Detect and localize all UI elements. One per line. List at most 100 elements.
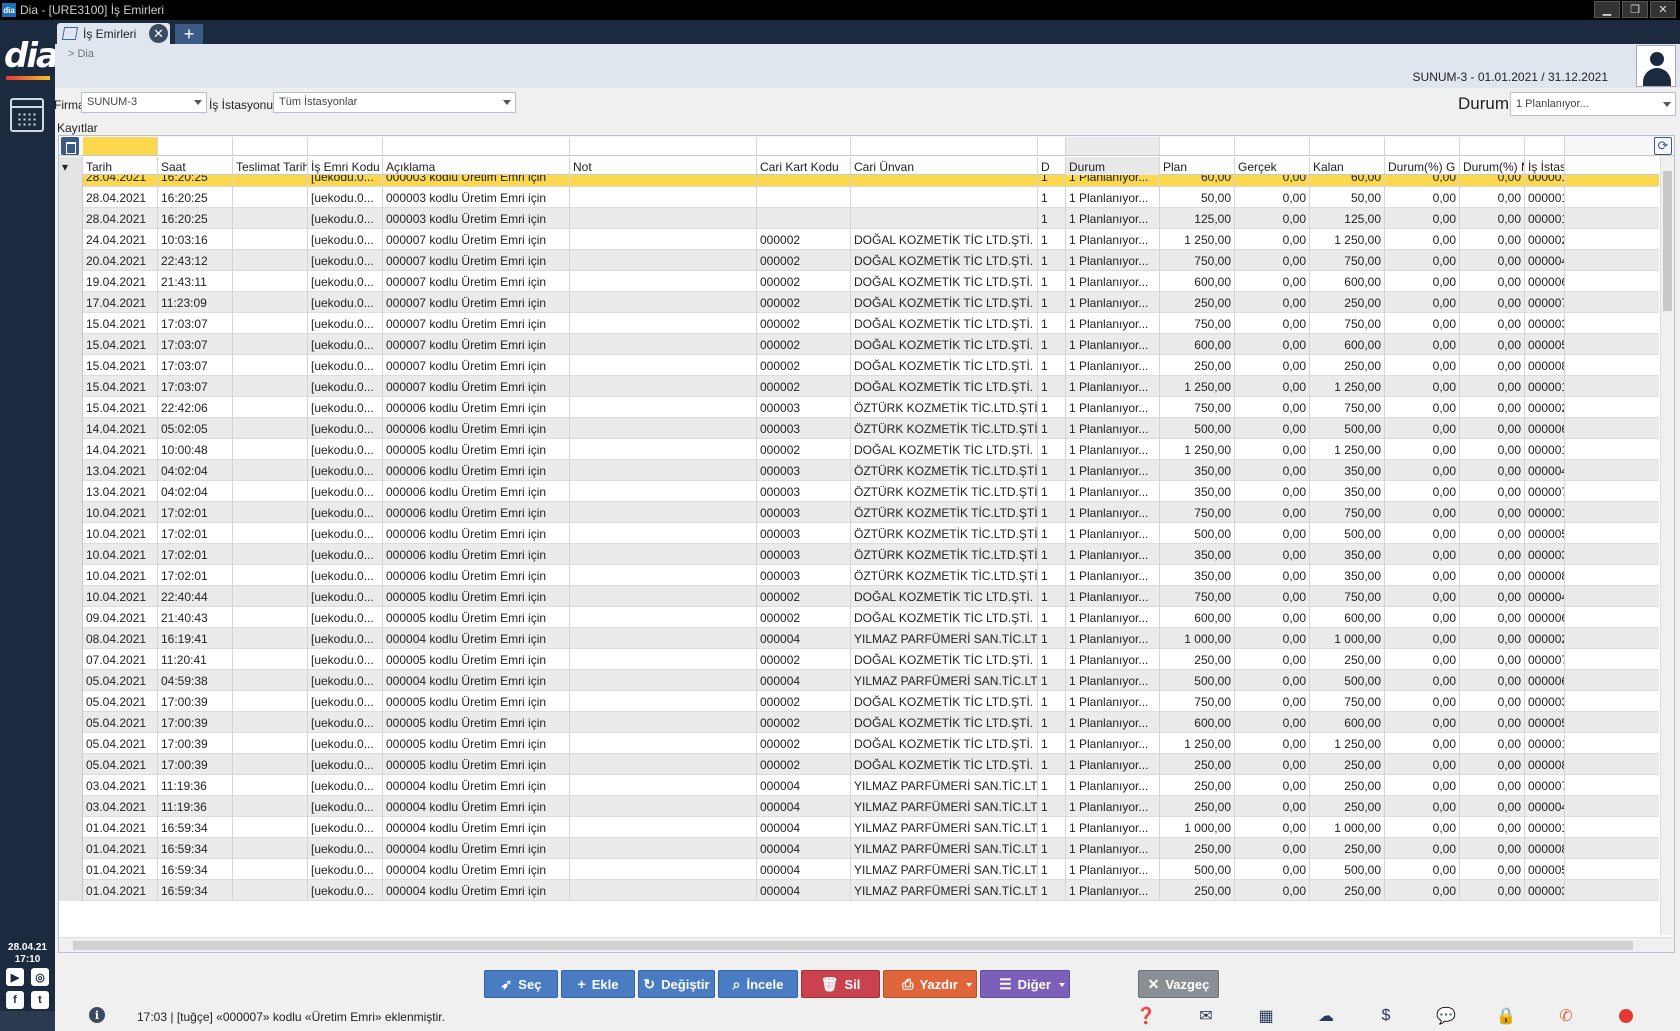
table-row[interactable]: 07.04.2021 11:20:41 [uekodu.0... 000005 kod…: [59, 649, 1659, 670]
table-row[interactable]: 24.04.2021 10:03:16 [uekodu.0... 000007 kod…: [59, 229, 1659, 250]
column-header[interactable]: İş İstasy: [1525, 157, 1565, 175]
row-selector[interactable]: [59, 439, 83, 460]
table-row[interactable]: 05.04.2021 17:00:39 [uekodu.0... 000005 kod…: [59, 754, 1659, 775]
mail-icon[interactable]: ✉: [1195, 1005, 1217, 1027]
twitter-icon[interactable]: t: [31, 991, 49, 1009]
phone-icon[interactable]: ✆: [1555, 1005, 1577, 1027]
row-selector[interactable]: [59, 376, 83, 397]
close-window-button[interactable]: ✕: [1650, 1, 1676, 18]
table-row[interactable]: 01.04.2021 16:59:34 [uekodu.0... 000004 kod…: [59, 817, 1659, 838]
dia-logo[interactable]: dia: [4, 36, 59, 80]
degistir-button[interactable]: ↻ Değiştir: [638, 970, 715, 998]
column-header[interactable]: Kalan: [1310, 157, 1385, 175]
row-selector[interactable]: [59, 544, 83, 565]
close-tab-icon[interactable]: ✕: [149, 24, 168, 43]
row-selector[interactable]: [59, 418, 83, 439]
row-selector[interactable]: [59, 649, 83, 670]
table-row[interactable]: 15.04.2021 17:03:07 [uekodu.0... 000007 kod…: [59, 376, 1659, 397]
table-row[interactable]: 05.04.2021 17:00:39 [uekodu.0... 000005 kod…: [59, 691, 1659, 712]
column-header[interactable]: Saat: [158, 157, 233, 175]
column-header[interactable]: Not: [570, 157, 757, 175]
sil-button[interactable]: 🗑 Sil: [801, 970, 880, 998]
table-row[interactable]: 14.04.2021 05:02:05 [uekodu.0... 000006 kod…: [59, 418, 1659, 439]
cloud-icon[interactable]: ☁: [1315, 1005, 1337, 1027]
row-selector[interactable]: [59, 481, 83, 502]
row-selector[interactable]: [59, 460, 83, 481]
add-tab-button[interactable]: +: [175, 24, 203, 44]
row-selector[interactable]: [59, 355, 83, 376]
table-row[interactable]: 10.04.2021 17:02:01 [uekodu.0... 000006 kod…: [59, 523, 1659, 544]
sec-button[interactable]: ➶ Seç: [484, 970, 558, 998]
row-selector[interactable]: [59, 586, 83, 607]
record-icon[interactable]: [1615, 1005, 1637, 1027]
column-filter-cell[interactable]: [308, 137, 383, 155]
durum-select[interactable]: 1 Planlanıyor...: [1510, 92, 1676, 116]
trash-icon[interactable]: [61, 137, 79, 155]
table-row[interactable]: 01.04.2021 16:59:34 [uekodu.0... 000004 kod…: [59, 880, 1659, 901]
table-row[interactable]: 15.04.2021 17:03:07 [uekodu.0... 000007 kod…: [59, 313, 1659, 334]
column-header[interactable]: Tarih: [83, 157, 158, 175]
column-filter-cell[interactable]: [1066, 137, 1160, 155]
row-selector[interactable]: [59, 670, 83, 691]
restore-button[interactable]: ❐: [1622, 1, 1648, 18]
row-selector[interactable]: [59, 838, 83, 859]
table-row[interactable]: 01.04.2021 16:59:34 [uekodu.0... 000004 kod…: [59, 859, 1659, 880]
column-header[interactable]: İş Emri Kodu: [308, 157, 383, 175]
column-filter-cell[interactable]: [570, 137, 757, 155]
column-filter-cell[interactable]: [1525, 137, 1565, 155]
column-filter-cell[interactable]: [1460, 137, 1525, 155]
column-filter-cell[interactable]: [1385, 137, 1460, 155]
column-filter-cell[interactable]: [233, 137, 308, 155]
horizontal-scrollbar[interactable]: [59, 937, 1674, 952]
table-row[interactable]: 28.04.2021 16:20:25 [uekodu.0... 000003 kod…: [59, 187, 1659, 208]
table-row[interactable]: 28.04.2021 16:20:25 [uekodu.0... 000003 kod…: [59, 175, 1659, 187]
help-icon[interactable]: ❓: [1135, 1005, 1157, 1027]
row-selector[interactable]: [59, 334, 83, 355]
chat-icon[interactable]: 💬: [1435, 1005, 1457, 1027]
table-row[interactable]: 01.04.2021 16:59:34 [uekodu.0... 000004 kod…: [59, 838, 1659, 859]
facebook-icon[interactable]: f: [6, 991, 24, 1009]
user-avatar[interactable]: [1636, 45, 1676, 87]
column-filter-cell[interactable]: [1038, 137, 1066, 155]
table-row[interactable]: 10.04.2021 22:40:44 [uekodu.0... 000005 kod…: [59, 586, 1659, 607]
youtube-icon[interactable]: ▶: [6, 968, 24, 986]
table-row[interactable]: 20.04.2021 22:43:12 [uekodu.0... 000007 kod…: [59, 250, 1659, 271]
breadcrumb[interactable]: > Dia: [68, 48, 94, 60]
table-row[interactable]: 28.04.2021 16:20:25 [uekodu.0... 000003 kod…: [59, 208, 1659, 229]
column-header[interactable]: Teslimat Tarih: [233, 157, 308, 175]
vertical-scrollbar[interactable]: [1660, 157, 1674, 935]
column-filter-cell[interactable]: [851, 137, 1038, 155]
row-selector[interactable]: [59, 712, 83, 733]
table-row[interactable]: 10.04.2021 17:02:01 [uekodu.0... 000006 kod…: [59, 544, 1659, 565]
row-selector[interactable]: [59, 691, 83, 712]
row-selector[interactable]: [59, 292, 83, 313]
ekle-button[interactable]: + Ekle: [561, 970, 635, 998]
column-header[interactable]: Durum(%) M: [1460, 157, 1525, 175]
column-header[interactable]: Durum: [1066, 157, 1160, 175]
column-filter-cell[interactable]: [757, 137, 851, 155]
calendar-icon[interactable]: [10, 98, 44, 132]
row-selector[interactable]: [59, 775, 83, 796]
row-selector[interactable]: [59, 397, 83, 418]
row-selector[interactable]: [59, 607, 83, 628]
row-selector[interactable]: [59, 628, 83, 649]
column-header[interactable]: Açıklama: [383, 157, 570, 175]
header-menu-icon[interactable]: ▾: [59, 157, 83, 175]
row-selector[interactable]: [59, 175, 83, 187]
table-row[interactable]: 09.04.2021 21:40:43 [uekodu.0... 000005 kod…: [59, 607, 1659, 628]
table-row[interactable]: 08.04.2021 16:19:41 [uekodu.0... 000004 kod…: [59, 628, 1659, 649]
table-row[interactable]: 17.04.2021 11:23:09 [uekodu.0... 000007 kod…: [59, 292, 1659, 313]
table-row[interactable]: 13.04.2021 04:02:04 [uekodu.0... 000006 kod…: [59, 481, 1659, 502]
column-filter-cell[interactable]: [1235, 137, 1310, 155]
row-selector[interactable]: [59, 271, 83, 292]
table-row[interactable]: 15.04.2021 17:03:07 [uekodu.0... 000007 kod…: [59, 334, 1659, 355]
table-row[interactable]: 05.04.2021 17:00:39 [uekodu.0... 000005 kod…: [59, 712, 1659, 733]
column-header[interactable]: Plan: [1160, 157, 1235, 175]
refresh-icon[interactable]: ⟳: [1654, 137, 1672, 155]
row-selector[interactable]: [59, 208, 83, 229]
row-selector[interactable]: [59, 313, 83, 334]
minimize-button[interactable]: ▁: [1594, 1, 1620, 18]
table-row[interactable]: 15.04.2021 17:03:07 [uekodu.0... 000007 kod…: [59, 355, 1659, 376]
column-filter-cell[interactable]: [83, 137, 158, 155]
row-selector[interactable]: [59, 229, 83, 250]
